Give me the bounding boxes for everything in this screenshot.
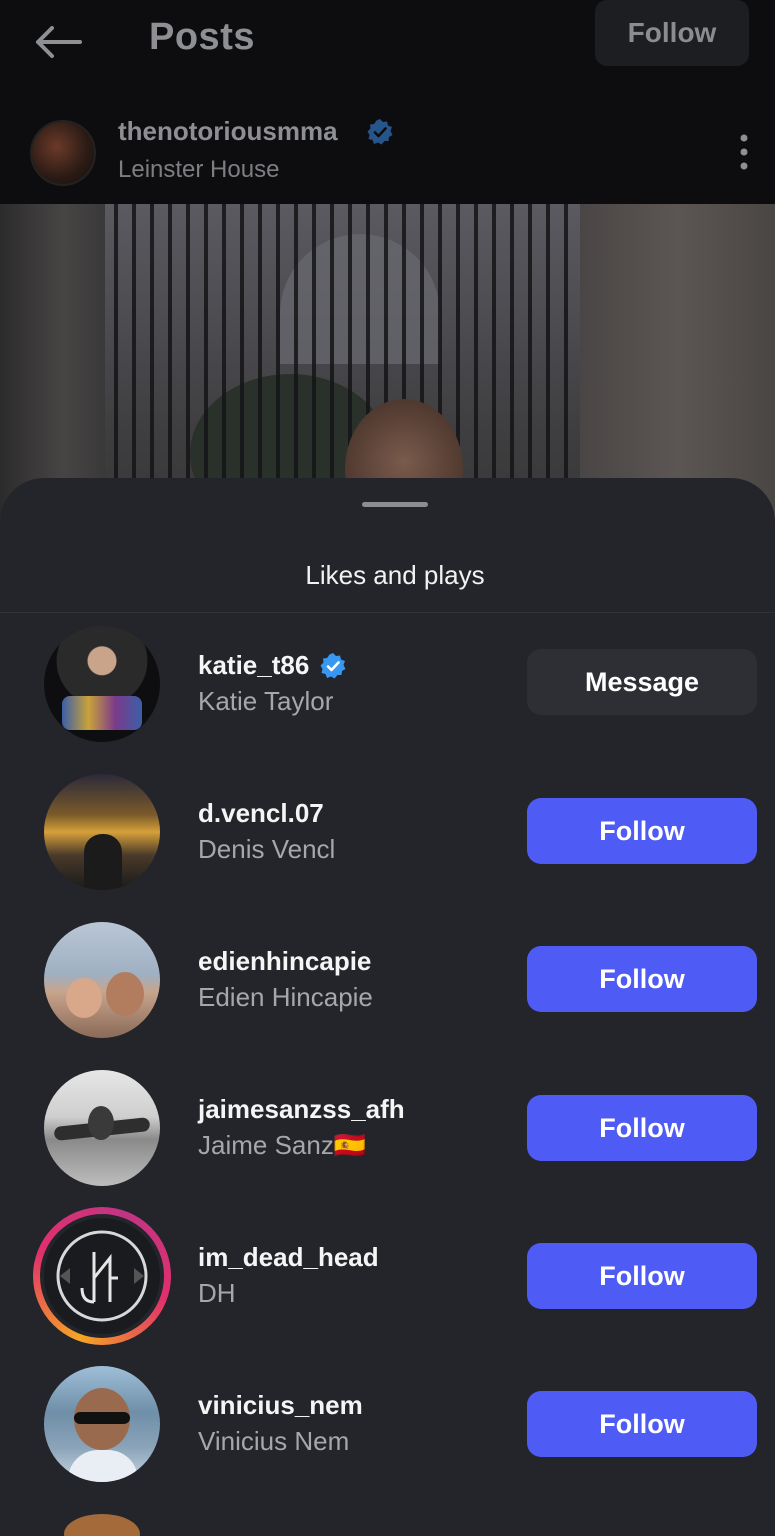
full-name: Jaime Sanz🇪🇸 — [198, 1130, 367, 1160]
post-header — [0, 90, 775, 204]
sheet-title: Likes and plays — [305, 560, 485, 590]
avatar[interactable] — [44, 1070, 160, 1186]
avatar[interactable] — [44, 774, 160, 890]
follow-button[interactable]: Follow — [527, 1391, 757, 1457]
username[interactable]: edienhincapie — [198, 946, 371, 977]
avatar[interactable] — [44, 922, 160, 1038]
top-bar: Posts Follow — [0, 0, 775, 90]
more-options-icon[interactable] — [734, 132, 754, 172]
username[interactable]: d.vencl.07 — [198, 798, 324, 829]
avatar[interactable] — [44, 626, 160, 742]
full-name: DH — [198, 1278, 236, 1308]
message-button[interactable]: Message — [527, 649, 757, 715]
username[interactable]: katie_t86 — [198, 650, 309, 681]
follow-button[interactable]: Follow — [527, 1243, 757, 1309]
post-author-username[interactable]: thenotoriousmma — [118, 116, 338, 147]
username[interactable]: vinicius_nem — [198, 1390, 363, 1421]
verified-badge-icon — [320, 652, 346, 678]
avatar[interactable] — [44, 1218, 160, 1334]
sheet-drag-handle[interactable] — [362, 502, 428, 507]
username[interactable]: jaimesanzss_afh — [198, 1094, 405, 1125]
sheet-divider — [0, 612, 775, 613]
avatar[interactable] — [64, 1514, 140, 1536]
page-title: Posts — [149, 16, 255, 58]
follow-button-top[interactable]: Follow — [595, 0, 749, 66]
follow-button[interactable]: Follow — [527, 798, 757, 864]
back-arrow-icon[interactable] — [32, 22, 84, 62]
full-name: Edien Hincapie — [198, 982, 373, 1012]
follow-button[interactable]: Follow — [527, 946, 757, 1012]
follow-button[interactable]: Follow — [527, 1095, 757, 1161]
full-name: Katie Taylor — [198, 686, 334, 716]
avatar[interactable] — [44, 1366, 160, 1482]
post-location[interactable]: Leinster House — [118, 156, 279, 184]
dh-logo-icon — [56, 1230, 148, 1322]
likes-bottom-sheet: Likes and plays katie_t86 Katie Taylor M… — [0, 478, 775, 1536]
verified-badge-icon — [367, 119, 393, 145]
username[interactable]: im_dead_head — [198, 1242, 379, 1273]
full-name: Vinicius Nem — [198, 1426, 350, 1456]
post-author-avatar[interactable] — [30, 120, 96, 186]
full-name: Denis Vencl — [198, 834, 336, 864]
